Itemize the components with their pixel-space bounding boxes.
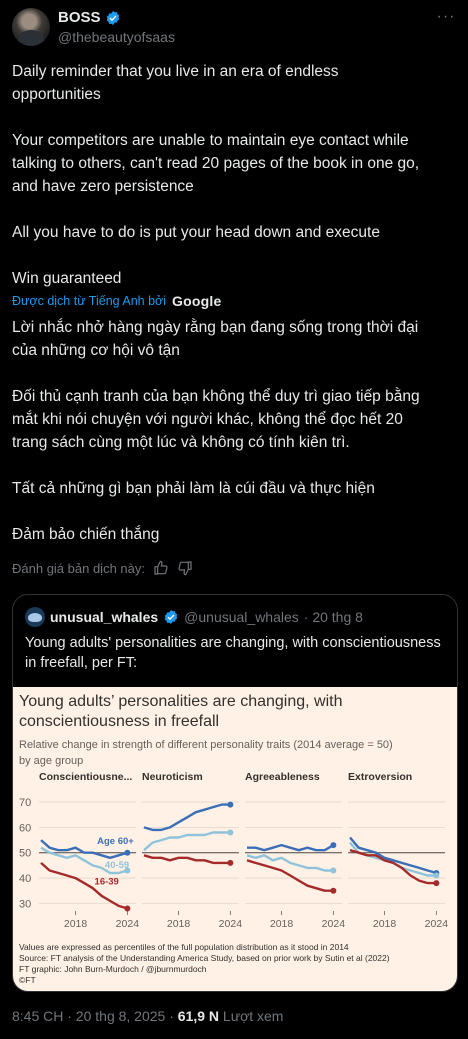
chart-footnote-3: FT graphic: John Burn-Murdoch / @jburnmu… xyxy=(19,964,207,974)
series-end-point xyxy=(433,872,440,879)
panel-title: Conscientiousne... xyxy=(39,771,132,783)
google-logo: Google xyxy=(172,293,222,309)
series-end-point xyxy=(227,829,234,836)
translation-attribution: Được dịch từ Tiếng Anh bởi Google xyxy=(12,293,221,309)
panel-title: Extroversion xyxy=(348,771,412,783)
series-end-point xyxy=(227,801,234,808)
chart-footnote-2: Source: FT analysis of the Understanding… xyxy=(19,953,390,963)
series-line xyxy=(247,843,335,852)
y-tick-label: 60 xyxy=(19,822,31,834)
quoted-author-name: unusual_whales xyxy=(50,609,159,625)
x-tick-label: 2018 xyxy=(373,918,397,930)
verified-badge-icon xyxy=(106,10,119,25)
series-end-point xyxy=(330,887,337,894)
chart-subtitle-line-2: by age group xyxy=(19,755,83,767)
quoted-tweet-date: · 20 thg 8 xyxy=(303,609,363,625)
series-line xyxy=(143,803,231,832)
chart-title-line-1: Young adults’ personalities are changing… xyxy=(19,693,342,710)
quoted-tweet-header: unusual_whales @unusual_whales · 20 thg … xyxy=(25,607,363,627)
series-end-point xyxy=(124,905,131,912)
author-name[interactable]: BOSS xyxy=(58,9,101,26)
y-tick-label: 40 xyxy=(19,873,31,885)
chart-title-line-2: conscientiousness in freefall xyxy=(19,713,219,730)
quoted-tweet-text: Young adults' personalities are changing… xyxy=(25,635,441,671)
chart-footnote-1: Values are expressed as percentiles of t… xyxy=(19,942,349,952)
series-label: 40-59 xyxy=(105,860,129,871)
panel-title: Neuroticism xyxy=(142,771,203,783)
y-tick-label: 70 xyxy=(19,797,31,809)
view-count: 61,9 N xyxy=(177,1008,220,1024)
tweet-header: BOSS @thebeautyofsaas ··· xyxy=(12,8,456,48)
panel-title: Agreeableness xyxy=(245,771,320,783)
y-tick-label: 50 xyxy=(19,848,31,860)
author-name-row: BOSS xyxy=(58,9,121,26)
series-label: 16-39 xyxy=(95,876,119,887)
series-line xyxy=(349,841,437,877)
thumbs-up-icon[interactable] xyxy=(153,560,169,576)
x-tick-label: 2018 xyxy=(270,918,294,930)
series-line xyxy=(143,854,231,865)
chart-subtitle-line-1: Relative change in strength of different… xyxy=(19,739,393,751)
author-avatar[interactable] xyxy=(12,8,50,46)
y-tick-label: 30 xyxy=(19,898,31,910)
series-line xyxy=(246,859,334,892)
series-line xyxy=(143,831,231,852)
personality-chart: Young adults’ personalities are changing… xyxy=(19,693,449,985)
x-tick-label: 2018 xyxy=(64,918,88,930)
verified-badge-icon xyxy=(164,610,178,624)
tweet-text: Daily reminder that you live in an era o… xyxy=(12,63,420,287)
quoted-author-handle: @unusual_whales xyxy=(184,609,299,625)
x-tick-label: 2024 xyxy=(219,918,243,930)
whale-avatar-icon xyxy=(25,607,45,627)
series-line xyxy=(246,854,334,872)
series-end-point xyxy=(330,867,337,874)
quoted-tweet[interactable]: unusual_whales @unusual_whales · 20 thg … xyxy=(12,594,458,992)
tweet-timestamp[interactable]: 8:45 CH · 20 thg 8, 2025 · xyxy=(12,1008,174,1024)
rate-translation-row: Đánh giá bản dịch này: xyxy=(12,560,193,576)
chart-footnote-4: ©FT xyxy=(19,975,36,985)
translated-by-label[interactable]: Được dịch từ Tiếng Anh bởi xyxy=(12,294,166,308)
x-tick-label: 2018 xyxy=(167,918,191,930)
author-handle[interactable]: @thebeautyofsaas xyxy=(58,29,175,45)
series-end-point xyxy=(433,880,440,887)
tweet-meta: 8:45 CH · 20 thg 8, 2025 · 61,9 N Lượt x… xyxy=(12,1008,283,1024)
x-tick-label: 2024 xyxy=(425,918,449,930)
thumbs-down-icon[interactable] xyxy=(177,560,193,576)
more-options-icon[interactable]: ··· xyxy=(436,9,456,30)
views-label: Lượt xem xyxy=(222,1008,284,1024)
series-end-point xyxy=(124,849,131,856)
x-tick-label: 2024 xyxy=(322,918,346,930)
translated-text: Lời nhắc nhở hàng ngày rằng bạn đang sốn… xyxy=(12,319,420,543)
series-end-point xyxy=(227,859,234,866)
series-label: Age 60+ xyxy=(97,836,134,847)
series-end-point xyxy=(330,842,337,849)
x-tick-label: 2024 xyxy=(116,918,140,930)
rate-translation-label: Đánh giá bản dịch này: xyxy=(12,560,145,576)
chart-image: Young adults’ personalities are changing… xyxy=(13,687,457,991)
